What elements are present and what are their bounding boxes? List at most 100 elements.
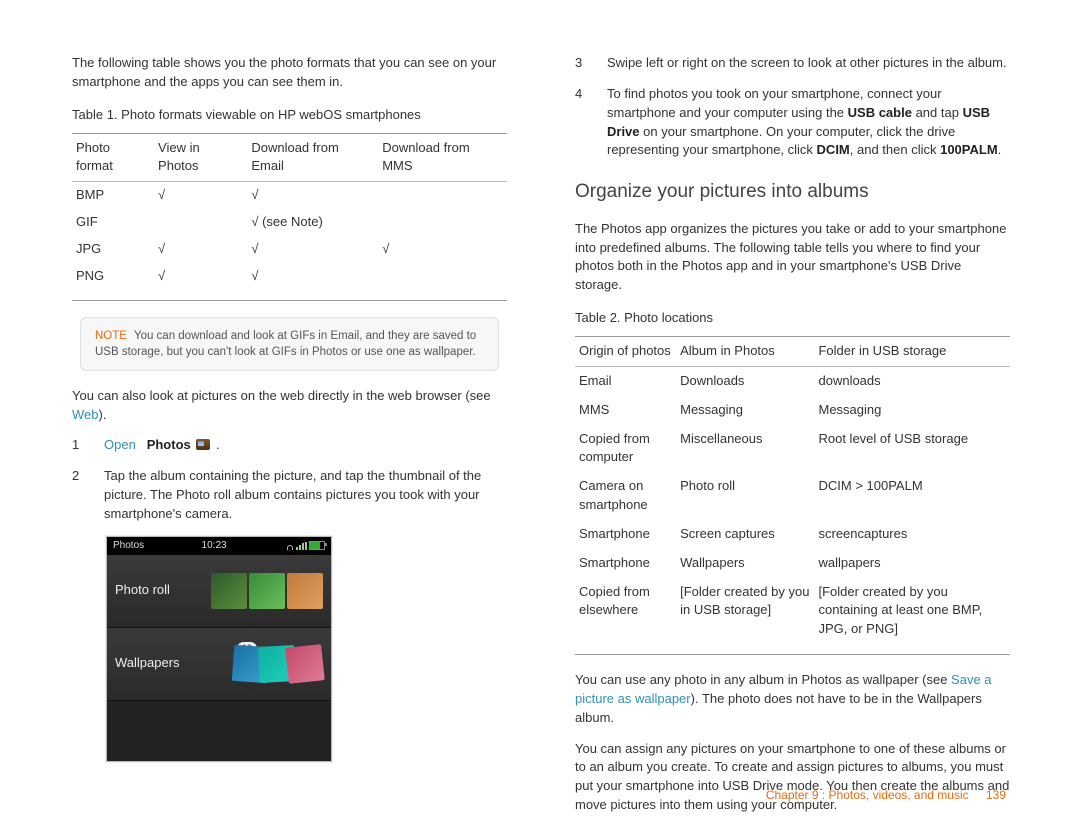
t1r0c2: √ [247,182,378,209]
chapter-label: Chapter 9 : Photos, videos, and music [766,788,969,802]
step-4: 4 To find photos you took on your smartp… [575,85,1010,160]
t2-h2: Folder in USB storage [814,336,1010,366]
thumb-icon [249,573,285,609]
note-box: NOTE You can download and look at GIFs i… [80,317,499,371]
web-link[interactable]: Web [72,407,99,422]
s4-b1: USB cable [848,105,912,120]
album-photo-roll[interactable]: Photo roll [107,555,331,628]
t1r3c0: PNG [72,263,154,290]
web-pre: You can also look at pictures on the web… [72,388,491,403]
step1-body: Open Photos . [104,436,507,455]
s4-b4: 100PALM [940,142,998,157]
t1r2c1: √ [154,236,247,263]
t1r3c2: √ [247,263,378,290]
t1r2c0: JPG [72,236,154,263]
page-number: 139 [986,788,1006,802]
s4-post: . [998,142,1002,157]
status-bar: Photos 10:23 [107,537,331,555]
t2r2c1: Miscellaneous [676,425,814,473]
t1-h0: Photo format [72,133,154,182]
photos-icon [196,439,210,450]
t2-h1: Album in Photos [676,336,814,366]
t1-h3: Download from MMS [378,133,507,182]
page-footer: Chapter 9 : Photos, videos, and music 13… [766,787,1006,804]
photos-label: Photos [147,437,191,452]
t2r4c0: Smartphone [575,520,676,549]
t2r4c2: screencaptures [814,520,1010,549]
t2r0c1: Downloads [676,366,814,395]
step-3: 3 Swipe left or right on the screen to l… [575,54,1010,73]
t1r3c3 [378,263,507,290]
t1r3c1: √ [154,263,247,290]
step1-num: 1 [72,436,86,455]
t2r1c0: MMS [575,396,676,425]
s4-m1: and tap [912,105,963,120]
thumb-icon [285,644,325,684]
left-column: The following table shows you the photo … [72,54,507,827]
note-label: NOTE [95,330,127,342]
t2r4c1: Screen captures [676,520,814,549]
t2r6c0: Copied from elsewhere [575,578,676,645]
web-post: ). [99,407,107,422]
battery-icon [309,541,325,550]
clock: 10:23 [202,539,227,554]
t1r0c3 [378,182,507,209]
t2r2c2: Root level of USB storage [814,425,1010,473]
album2-label: Wallpapers [115,654,180,673]
t2r0c2: downloads [814,366,1010,395]
table-photo-formats: Photo format View in Photos Download fro… [72,133,507,290]
app-title: Photos [113,539,144,554]
signal-icon [296,542,307,550]
note-text: You can download and look at GIFs in Ema… [95,330,476,358]
step1-period: . [216,437,220,452]
t1r2c2: √ [247,236,378,263]
steps-3-4: 3 Swipe left or right on the screen to l… [575,54,1010,160]
page: The following table shows you the photo … [0,0,1080,827]
t2r1c1: Messaging [676,396,814,425]
t1r1c1 [154,209,247,236]
table2-caption: Table 2. Photo locations [575,309,1010,328]
t2r6c2: [Folder created by you containing at lea… [814,578,1010,645]
wallpaper-paragraph: You can use any photo in any album in Ph… [575,671,1010,728]
t1-h1: View in Photos [154,133,247,182]
t2r3c0: Camera on smartphone [575,472,676,520]
t2r0c0: Email [575,366,676,395]
t2r3c2: DCIM > 100PALM [814,472,1010,520]
wifi-icon [284,542,294,550]
thumb-icon [211,573,247,609]
s4-m3: , and then click [850,142,940,157]
t2r6c1: [Folder created by you in USB storage] [676,578,814,645]
t1r1c0: GIF [72,209,154,236]
album-wallpapers[interactable]: Wallpapers 13 [107,628,331,701]
wall-pre: You can use any photo in any album in Ph… [575,672,951,687]
t1r0c0: BMP [72,182,154,209]
phone-screenshot: Photos 10:23 Photo roll Wallpapers [106,536,332,762]
step-1: 1 Open Photos . [72,436,507,455]
s4-b3: DCIM [817,142,850,157]
t2r5c2: wallpapers [814,549,1010,578]
t1r0c1: √ [154,182,247,209]
t2r1c2: Messaging [814,396,1010,425]
thumb-icon [287,573,323,609]
phone-empty-area [107,701,331,762]
right-column: 3 Swipe left or right on the screen to l… [575,54,1010,827]
t2-h0: Origin of photos [575,336,676,366]
step2-text: Tap the album containing the picture, an… [104,467,507,524]
table1-caption: Table 1. Photo formats viewable on HP we… [72,106,507,125]
open-link[interactable]: Open [104,437,136,452]
step4-num: 4 [575,85,589,160]
steps-1-2: 1 Open Photos . 2 Tap the album containi… [72,436,507,523]
t1r1c3 [378,209,507,236]
t2r5c1: Wallpapers [676,549,814,578]
section-heading: Organize your pictures into albums [575,178,1010,206]
t2r5c0: Smartphone [575,549,676,578]
t1r2c3: √ [378,236,507,263]
table-photo-locations: Origin of photos Album in Photos Folder … [575,336,1010,644]
web-paragraph: You can also look at pictures on the web… [72,387,507,425]
album1-label: Photo roll [115,581,170,600]
table2-bottom-rule [575,654,1010,655]
t2r3c1: Photo roll [676,472,814,520]
t1r1c2: √ (see Note) [247,209,378,236]
step4-text: To find photos you took on your smartpho… [607,85,1010,160]
t1-h2: Download from Email [247,133,378,182]
